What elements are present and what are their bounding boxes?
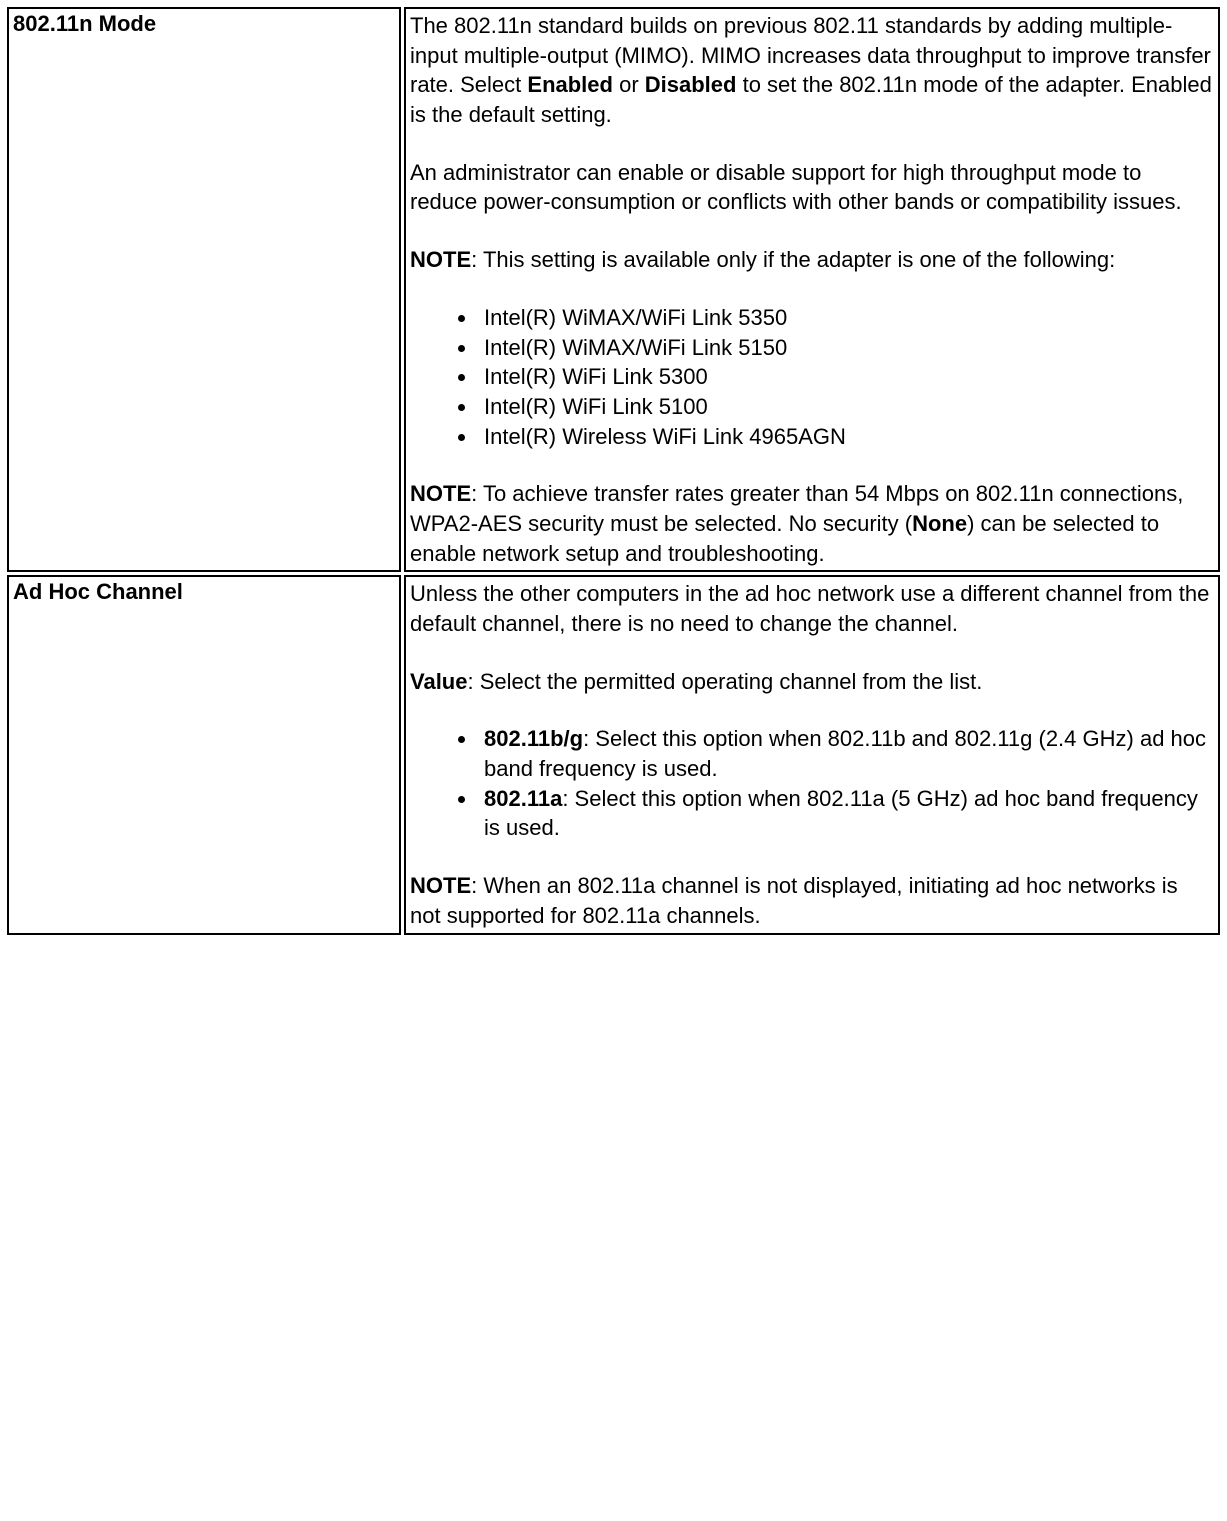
note-label: NOTE (410, 481, 471, 506)
list-item: Intel(R) WiMAX/WiFi Link 5350 (478, 303, 1214, 333)
paragraph: The 802.11n standard builds on previous … (410, 11, 1214, 130)
note-label: NOTE (410, 247, 471, 272)
text: : Select this option when 802.11a (5 GHz… (484, 786, 1198, 841)
list-item: Intel(R) WiFi Link 5300 (478, 362, 1214, 392)
list-item: 802.11b/g: Select this option when 802.1… (478, 724, 1214, 783)
bold-text: Enabled (527, 72, 613, 97)
note-paragraph: NOTE: This setting is available only if … (410, 245, 1214, 275)
list-item: Intel(R) WiFi Link 5100 (478, 392, 1214, 422)
options-list: 802.11b/g: Select this option when 802.1… (450, 724, 1214, 843)
list-item: 802.11a: Select this option when 802.11a… (478, 784, 1214, 843)
paragraph: An administrator can enable or disable s… (410, 158, 1214, 217)
text: : When an 802.11a channel is not display… (410, 873, 1178, 928)
paragraph: Unless the other computers in the ad hoc… (410, 579, 1214, 638)
list-item: Intel(R) Wireless WiFi Link 4965AGN (478, 422, 1214, 452)
bold-text: None (912, 511, 967, 536)
note-label: NOTE (410, 873, 471, 898)
list-item: Intel(R) WiMAX/WiFi Link 5150 (478, 333, 1214, 363)
bold-text: Value (410, 669, 467, 694)
setting-name-cell: Ad Hoc Channel (7, 575, 401, 934)
text: : This setting is available only if the … (471, 247, 1115, 272)
bold-text: Disabled (645, 72, 737, 97)
text: : Select this option when 802.11b and 80… (484, 726, 1206, 781)
adapter-list: Intel(R) WiMAX/WiFi Link 5350 Intel(R) W… (450, 303, 1214, 451)
paragraph: Value: Select the permitted operating ch… (410, 667, 1214, 697)
note-paragraph: NOTE: When an 802.11a channel is not dis… (410, 871, 1214, 930)
setting-description-cell: The 802.11n standard builds on previous … (404, 7, 1220, 572)
bold-text: 802.11a (484, 786, 562, 811)
table-row: 802.11n Mode The 802.11n standard builds… (7, 7, 1220, 572)
table-row: Ad Hoc Channel Unless the other computer… (7, 575, 1220, 934)
settings-table: 802.11n Mode The 802.11n standard builds… (4, 4, 1223, 938)
text: : Select the permitted operating channel… (467, 669, 982, 694)
note-paragraph: NOTE: To achieve transfer rates greater … (410, 479, 1214, 568)
setting-name-cell: 802.11n Mode (7, 7, 401, 572)
text: or (613, 72, 645, 97)
setting-description-cell: Unless the other computers in the ad hoc… (404, 575, 1220, 934)
bold-text: 802.11b/g (484, 726, 583, 751)
